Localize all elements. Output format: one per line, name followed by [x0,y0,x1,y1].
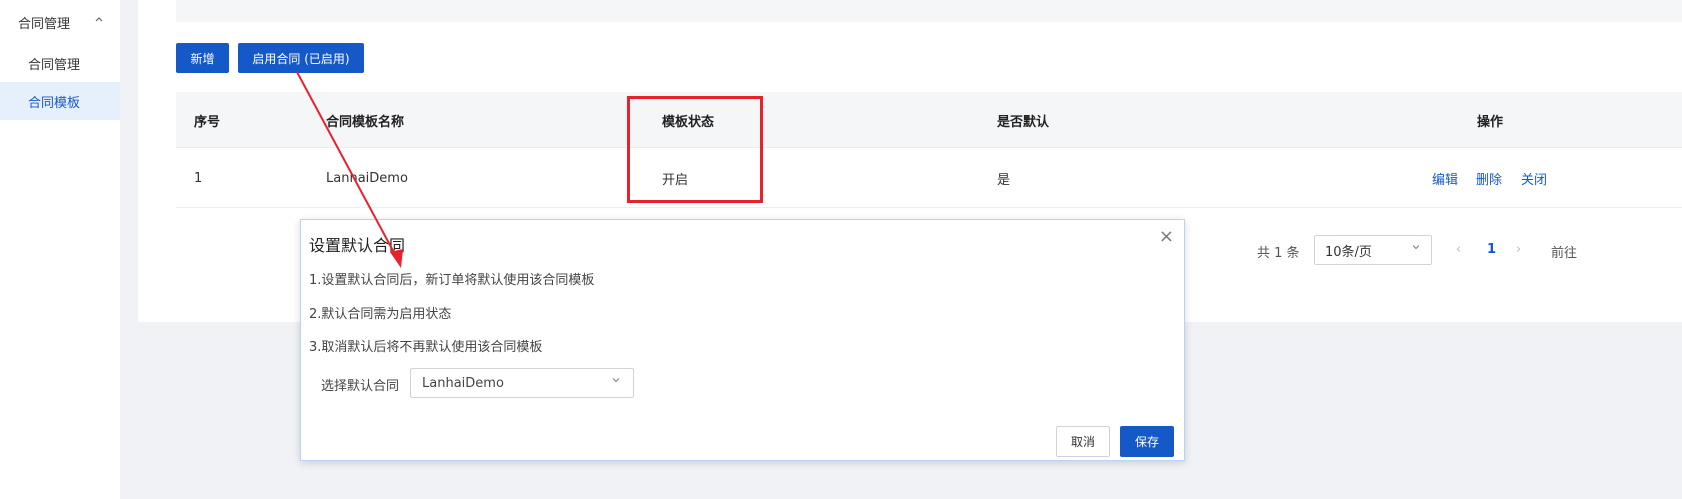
sidebar-group-contract[interactable]: 合同管理 [0,6,120,38]
prev-page-button[interactable]: ‹ [1456,242,1461,257]
cell-index: 1 [194,170,203,186]
dialog-note-3: 3.取消默认后将不再默认使用该合同模板 [309,340,543,355]
enable-contract-button[interactable]: 启用合同 (已启用) [238,43,364,73]
sidebar-item-label: 合同模板 [28,95,81,111]
chevron-down-icon [611,375,621,388]
column-header-status: 模板状态 [662,114,715,130]
default-contract-label: 选择默认合同 [321,379,400,394]
save-button-label: 保存 [1134,435,1159,449]
dialog-title: 设置默认合同 [309,236,406,255]
page-size-select[interactable]: 10条/页 [1314,235,1432,265]
pagination-total: 共 1 条 [1257,246,1300,261]
column-header-name: 合同模板名称 [326,114,405,130]
close-link[interactable]: 关闭 [1521,148,1547,208]
add-button[interactable]: 新增 [176,43,229,73]
cancel-button-label: 取消 [1070,435,1095,449]
save-button[interactable]: 保存 [1120,426,1174,457]
column-header-index: 序号 [194,114,221,130]
column-header-actions: 操作 [1477,114,1504,130]
chevron-down-icon [1411,242,1421,255]
dialog-note-1: 1.设置默认合同后，新订单将默认使用该合同模板 [309,273,595,288]
table-header: 序号 合同模板名称 模板状态 是否默认 操作 [176,92,1682,148]
chevron-up-icon [94,14,104,27]
sidebar: 合同管理 合同管理 合同模板 [0,0,120,499]
cell-template-status: 开启 [662,172,689,188]
cell-is-default: 是 [997,172,1011,188]
cancel-button[interactable]: 取消 [1056,426,1110,457]
default-contract-value: LanhaiDemo [422,375,504,391]
dialog-note-2: 2.默认合同需为启用状态 [309,307,452,322]
enable-contract-button-label: 启用合同 (已启用) [252,51,350,66]
next-page-button[interactable]: › [1516,242,1521,257]
filter-area [176,0,1682,22]
goto-page-label: 前往 [1551,246,1578,261]
add-button-label: 新增 [190,51,215,66]
page-number-current[interactable]: 1 [1487,242,1496,257]
set-default-contract-dialog: 设置默认合同 × 1.设置默认合同后，新订单将默认使用该合同模板 2.默认合同需… [300,219,1185,461]
sidebar-group-label: 合同管理 [18,16,71,32]
default-contract-select[interactable]: LanhaiDemo [410,368,634,398]
cell-template-name: LanhaiDemo [326,170,408,186]
page-size-value: 10条/页 [1325,244,1372,260]
table-row: 1 LanhaiDemo 开启 是 编辑 删除 关闭 [176,148,1682,208]
sidebar-item-contract-template[interactable]: 合同模板 [0,82,120,120]
edit-link[interactable]: 编辑 [1432,148,1458,208]
sidebar-item-contract-manage[interactable]: 合同管理 [0,44,120,82]
column-header-default: 是否默认 [997,114,1050,130]
delete-link[interactable]: 删除 [1476,148,1502,208]
close-icon[interactable]: × [1159,226,1174,247]
sidebar-item-label: 合同管理 [28,57,81,73]
